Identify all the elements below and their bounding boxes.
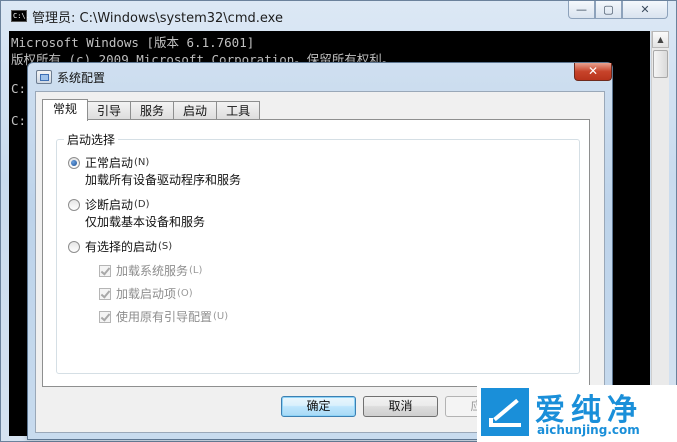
access-key-hint: (N)	[134, 157, 150, 168]
general-tab-panel: 启动选择 正常启动 (N) 加载所有设备驱动程序和服务 诊断启动 (D) 仅加载…	[42, 119, 590, 387]
minimize-button[interactable]: —	[568, 1, 595, 19]
radio-label: 诊断启动	[85, 198, 134, 212]
watermark-url: aichunjing.com	[537, 423, 640, 437]
access-key-hint: (U)	[213, 311, 229, 322]
cmd-window-title: 管理员: C:\Windows\system32\cmd.exe	[32, 11, 283, 26]
checkbox-load-startup-items[interactable]: 加载启动项 (O)	[99, 285, 193, 302]
tab-startup[interactable]: 启动	[173, 101, 218, 120]
option-description: 加载所有设备驱动程序和服务	[85, 173, 242, 187]
checkbox-checked-disabled[interactable]	[99, 264, 111, 277]
checkbox-use-original-boot-config[interactable]: 使用原有引导配置 (U)	[99, 308, 228, 325]
access-key-hint: (D)	[134, 199, 150, 210]
console-prompt: C:	[11, 81, 27, 96]
close-button[interactable]: ✕	[622, 1, 668, 19]
checkbox-label: 加载系统服务	[116, 264, 189, 278]
ok-button[interactable]: 确定	[281, 396, 356, 417]
scroll-up-arrow-icon[interactable]: ▲	[652, 31, 669, 48]
watermark: 爱纯净 aichunjing.com	[477, 385, 677, 442]
console-icon: C:\.	[11, 10, 30, 22]
radio-button[interactable]	[68, 198, 80, 211]
checkbox-label: 使用原有引导配置	[116, 310, 213, 324]
tab-general[interactable]: 常规	[42, 99, 89, 121]
tab-strip: 常规 引导 服务 启动 工具	[42, 99, 261, 121]
checkbox-label: 加载启动项	[116, 287, 177, 301]
cmd-titlebar[interactable]: C:\. 管理员: C:\Windows\system32\cmd.exe — …	[1, 1, 676, 31]
radio-label: 正常启动	[85, 156, 134, 170]
access-key-hint: (L)	[189, 265, 203, 276]
checkbox-load-system-services[interactable]: 加载系统服务 (L)	[99, 262, 202, 279]
tab-boot[interactable]: 引导	[87, 101, 132, 120]
checkbox-checked-disabled[interactable]	[99, 310, 111, 323]
radio-label: 有选择的启动	[85, 240, 158, 254]
startup-selection-group: 启动选择 正常启动 (N) 加载所有设备驱动程序和服务 诊断启动 (D) 仅加载…	[56, 131, 580, 374]
window-controls: — ▢ ✕	[568, 1, 668, 20]
access-key-hint: (S)	[158, 241, 173, 252]
maximize-button[interactable]: ▢	[595, 1, 622, 19]
dialog-close-button[interactable]: ✕	[574, 63, 612, 81]
access-key-hint: (O)	[177, 288, 193, 299]
vertical-scrollbar[interactable]: ▲	[651, 31, 669, 436]
dialog-body: 常规 引导 服务 启动 工具 启动选择 正常启动 (N) 加载所有设备驱动程序和…	[35, 91, 605, 433]
system-config-dialog: 系统配置 ✕ 常规 引导 服务 启动 工具 启动选择 正常启动 (N) 加载所有…	[27, 62, 613, 440]
group-title: 启动选择	[64, 131, 119, 148]
tab-services[interactable]: 服务	[130, 101, 175, 120]
checkbox-checked-disabled[interactable]	[99, 287, 111, 300]
radio-normal-startup[interactable]: 正常启动 (N)	[68, 154, 149, 171]
console-prompt: C:	[11, 113, 27, 128]
option-description: 仅加载基本设备和服务	[85, 215, 206, 229]
radio-selective-startup[interactable]: 有选择的启动 (S)	[68, 238, 172, 255]
tab-tools[interactable]: 工具	[216, 101, 261, 120]
radio-button[interactable]	[68, 240, 80, 253]
dialog-title: 系统配置	[57, 71, 106, 85]
radio-diagnostic-startup[interactable]: 诊断启动 (D)	[68, 196, 150, 213]
msconfig-icon	[36, 70, 52, 84]
radio-button-checked[interactable]	[68, 156, 80, 169]
scroll-thumb[interactable]	[653, 50, 668, 78]
aichunjing-logo-icon	[481, 388, 529, 436]
cancel-button[interactable]: 取消	[363, 396, 438, 417]
